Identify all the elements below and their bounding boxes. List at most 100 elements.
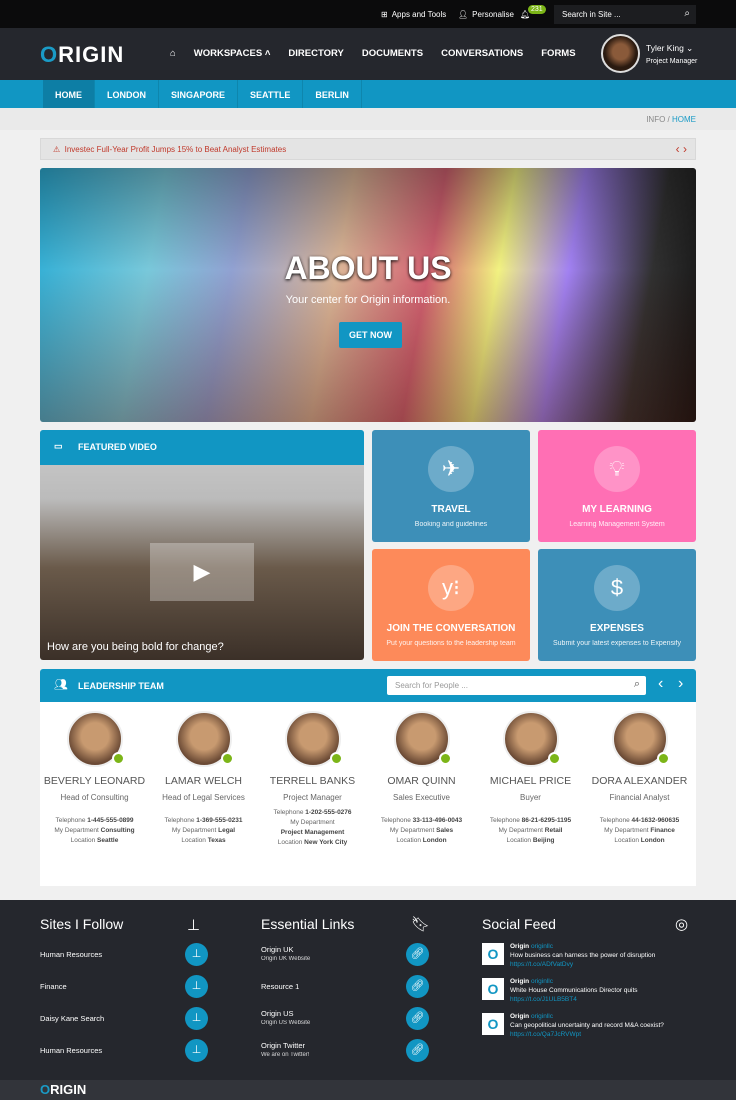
link-title: Origin Twitter <box>261 1041 306 1050</box>
person-card[interactable]: LAMAR WELCH Head of Legal Services Telep… <box>149 702 258 886</box>
site-link[interactable]: Human Resources <box>40 950 102 959</box>
nav-directory[interactable]: DIRECTORY <box>288 48 343 59</box>
post-handle[interactable]: originllc <box>531 943 553 950</box>
nav-workspaces[interactable]: WORKSPACES ˄ <box>194 48 271 59</box>
presence-icon <box>438 752 452 765</box>
next-arrow-icon[interactable]: › <box>678 675 683 693</box>
link-icon[interactable]: 🔗︎ <box>406 975 429 998</box>
subnav-berlin[interactable]: BERLIN <box>303 80 362 108</box>
footer-logo-o: O <box>40 1082 51 1097</box>
subnav-home[interactable]: HOME <box>43 80 95 108</box>
person-name: OMAR QUINN <box>387 775 456 787</box>
user-icon: 👤︎ <box>458 10 469 19</box>
next-arrow-icon[interactable]: › <box>683 142 687 156</box>
essential-link[interactable]: Resource 1 <box>261 982 299 991</box>
sitemap-icon[interactable]: ⊥ <box>185 975 208 998</box>
user-avatar[interactable] <box>601 34 640 73</box>
social-post: O Origin originllc White House Communicati… <box>482 978 638 1003</box>
person-card[interactable]: BEVERLY LEONARD Head of Consulting Telep… <box>40 702 149 886</box>
presence-icon <box>111 752 125 765</box>
link-icon[interactable]: 🔗︎ <box>406 1007 429 1030</box>
prev-arrow-icon[interactable]: ‹ <box>676 142 680 156</box>
essential-link[interactable]: Origin US Origin US Website <box>261 1009 310 1026</box>
link-icon[interactable]: 🔗︎ <box>406 1039 429 1062</box>
tile-travel[interactable]: ✈ TRAVEL Booking and guidelines <box>372 430 530 542</box>
header: ORIGIN ⌂ WORKSPACES ˄ DIRECTORY DOCUMENT… <box>0 28 736 80</box>
post-user: Origin <box>510 978 530 985</box>
play-icon: ▶ <box>193 559 211 584</box>
essential-link[interactable]: Origin UK Origin UK Website <box>261 945 310 962</box>
person-card[interactable]: TERRELL BANKS Project Manager Telephone … <box>258 702 367 886</box>
post-handle[interactable]: originllc <box>531 1013 553 1020</box>
subnav-singapore[interactable]: SINGAPORE <box>159 80 239 108</box>
play-button[interactable]: ▶ <box>150 543 254 601</box>
personalise-link[interactable]: 👤︎ Personalise <box>458 10 514 19</box>
person-dept: Retail <box>544 827 563 834</box>
site-link[interactable]: Daisy Kane Search <box>40 1014 104 1023</box>
users-icon: 👥︎ <box>54 679 68 691</box>
site-search-input[interactable]: Search in Site ... ⌕ <box>554 5 696 24</box>
dept-label: My Department <box>498 827 543 834</box>
tile-sub: Put your questions to the leadership tea… <box>386 640 516 647</box>
tile-title: JOIN THE CONVERSATION <box>386 623 516 634</box>
sitemap-icon[interactable]: ⊥ <box>185 1039 208 1062</box>
tile-my-learning[interactable]: 💡︎ MY LEARNING Learning Management System <box>538 430 696 542</box>
nav-conversations[interactable]: CONVERSATIONS <box>441 48 523 59</box>
person-avatar[interactable] <box>611 711 670 767</box>
hero-title: ABOUT US <box>284 250 452 286</box>
people-search-input[interactable]: Search for People ... ⌕ <box>387 676 646 695</box>
person-avatar[interactable] <box>393 711 452 767</box>
subnav-seattle[interactable]: SEATTLE <box>238 80 304 108</box>
presence-icon <box>547 752 561 765</box>
post-link[interactable]: https://t.co/Qa7JcRVWpt <box>510 1031 664 1038</box>
social-title: Social Feed <box>482 916 556 932</box>
post-link[interactable]: https://t.co/ADfVatDvy <box>510 961 655 968</box>
nav-documents[interactable]: DOCUMENTS <box>362 48 423 59</box>
tile-join-conversation[interactable]: y⁝ JOIN THE CONVERSATION Put your question… <box>372 549 530 661</box>
breadcrumb-info[interactable]: INFO <box>646 115 665 124</box>
person-loc: London <box>422 837 447 844</box>
person-card[interactable]: MICHAEL PRICE Buyer Telephone 86-21-6295… <box>476 702 585 886</box>
user-menu[interactable]: Tyler King ⌄ Project Manager <box>646 43 697 65</box>
search-placeholder: Search in Site ... <box>562 10 621 19</box>
loc-label: Location <box>181 837 206 844</box>
home-icon[interactable]: ⌂ <box>170 48 176 59</box>
person-role: Head of Consulting <box>60 793 129 802</box>
sitemap-icon[interactable]: ⊥ <box>185 943 208 966</box>
breadcrumb-home[interactable]: HOME <box>672 115 696 124</box>
tile-expenses[interactable]: $ EXPENSES Submit your latest expenses to … <box>538 549 696 661</box>
presence-icon <box>329 752 343 765</box>
site-link[interactable]: Human Resources <box>40 1046 102 1055</box>
subnav-london[interactable]: LONDON <box>95 80 159 108</box>
apps-and-tools-link[interactable]: ⊞ Apps and Tools <box>381 10 446 19</box>
user-name: Tyler King <box>646 43 684 53</box>
essential-link[interactable]: Origin Twitter We are on Twitter! <box>261 1041 309 1058</box>
get-now-button[interactable]: GET NOW <box>339 322 402 348</box>
sitemap-icon[interactable]: ⊥ <box>185 1007 208 1030</box>
hero-banner: ABOUT US Your center for Origin informat… <box>40 168 696 422</box>
post-link[interactable]: https://t.co/J1ULB5BT4 <box>510 996 638 1003</box>
person-avatar[interactable] <box>66 711 125 767</box>
person-avatar[interactable] <box>284 711 343 767</box>
person-card[interactable]: DORA ALEXANDER Financial Analyst Telepho… <box>585 702 694 886</box>
site-link[interactable]: Finance <box>40 982 67 991</box>
breadcrumb: INFO / HOME <box>0 108 736 130</box>
loc-label: Location <box>396 837 421 844</box>
person-avatar[interactable] <box>502 711 561 767</box>
person-avatar[interactable] <box>175 711 234 767</box>
post-handle[interactable]: originllc <box>531 978 553 985</box>
person-loc: Seattle <box>97 837 119 844</box>
sub-nav: HOME LONDON SINGAPORE SEATTLE BERLIN <box>0 80 736 108</box>
alert-text[interactable]: Investec Full-Year Profit Jumps 15% to B… <box>65 145 287 154</box>
airplane-icon: ✈ <box>428 446 474 492</box>
prev-arrow-icon[interactable]: ‹ <box>658 675 663 693</box>
search-icon[interactable]: ⌕ <box>634 678 640 691</box>
link-icon[interactable]: 🔗︎ <box>406 943 429 966</box>
search-icon[interactable]: ⌕ <box>684 8 690 19</box>
person-card[interactable]: OMAR QUINN Sales Executive Telephone 33-… <box>367 702 476 886</box>
nav-forms[interactable]: FORMS <box>541 48 575 59</box>
logo[interactable]: ORIGIN <box>40 42 124 68</box>
person-loc: New York City <box>304 839 348 846</box>
tile-sub: Learning Management System <box>569 521 665 528</box>
featured-video[interactable]: ▭ FEATURED VIDEO ▶ How are you being bold… <box>40 430 364 660</box>
